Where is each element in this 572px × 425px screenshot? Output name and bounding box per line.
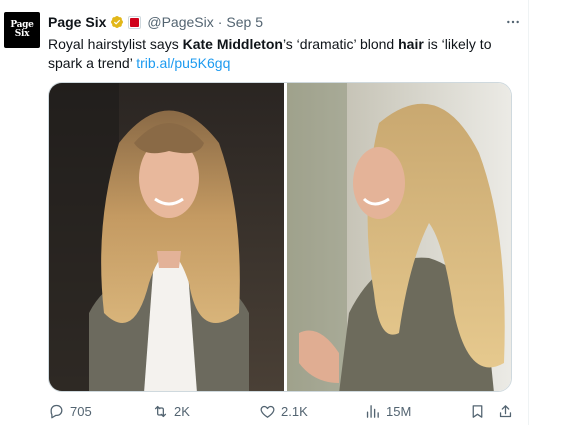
- display-name[interactable]: Page Six: [48, 14, 106, 30]
- more-icon[interactable]: [503, 12, 523, 32]
- reply-button[interactable]: 705: [48, 401, 92, 421]
- photo-left[interactable]: [49, 83, 284, 392]
- avatar[interactable]: Page Six: [4, 12, 40, 48]
- bookmark-button[interactable]: [469, 401, 486, 421]
- timeline-divider: [528, 0, 529, 425]
- tweet-text-part: ’s ‘dramatic’ blond: [282, 36, 399, 52]
- bookmark-icon: [472, 404, 483, 418]
- repost-button[interactable]: 2K: [152, 401, 190, 421]
- repost-count: 2K: [174, 403, 190, 419]
- reply-count: 705: [70, 403, 92, 419]
- like-button[interactable]: 2.1K: [259, 401, 308, 421]
- reply-icon: [50, 404, 63, 418]
- views-count: 15M: [386, 403, 412, 419]
- separator-dot: ·: [217, 14, 223, 30]
- tweet-media: [48, 82, 512, 392]
- share-button[interactable]: [497, 401, 514, 421]
- tweet-header: Page Six @PageSix · Sep 5: [48, 12, 523, 32]
- author-handle[interactable]: @PageSix: [147, 14, 213, 30]
- tweet-link[interactable]: trib.al/pu5K6gq: [136, 55, 230, 71]
- views-button[interactable]: 15M: [364, 401, 411, 421]
- tweet-text-part: Royal hairstylist says: [48, 36, 183, 52]
- share-icon: [499, 404, 512, 417]
- repost-icon: [154, 405, 167, 417]
- like-count: 2.1K: [281, 403, 308, 419]
- tweet-actions: 705 2K 2.1K 15M: [48, 401, 518, 421]
- tweet-text-bold: Kate Middleton: [182, 36, 283, 52]
- views-icon: [366, 404, 379, 418]
- verified-gold-icon[interactable]: [110, 15, 124, 29]
- photo-right[interactable]: [287, 83, 512, 392]
- avatar-text-line2: Six: [14, 29, 30, 39]
- tweet-text: Royal hairstylist says Kate Middleton’s …: [48, 35, 518, 73]
- affiliate-badge-icon[interactable]: [128, 15, 142, 29]
- like-icon: [260, 405, 275, 418]
- tweet-timestamp[interactable]: Sep 5: [226, 14, 263, 30]
- tweet-text-bold: hair: [398, 36, 424, 52]
